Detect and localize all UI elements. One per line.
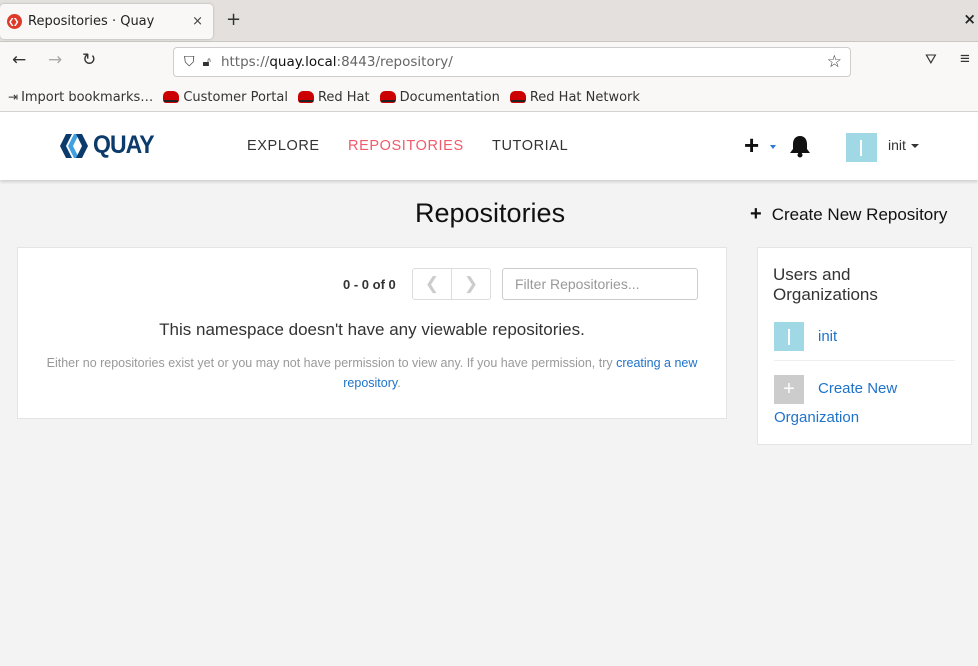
filter-repositories-input[interactable] <box>502 268 698 300</box>
bookmark-documentation[interactable]: Documentation <box>379 89 500 105</box>
bookmarks-bar: ⇥ Import bookmarks… Customer Portal Red … <box>0 83 978 112</box>
quay-logo-icon <box>60 133 88 158</box>
nav-explore[interactable]: EXPLORE <box>247 138 320 154</box>
quay-favicon-icon <box>7 14 22 29</box>
redhat-icon <box>509 91 526 103</box>
back-button[interactable]: ← <box>12 50 26 70</box>
create-menu-plus-icon[interactable]: + <box>744 131 759 159</box>
lock-warning-icon[interactable]: 🔓︎ <box>203 55 211 70</box>
empty-state-title: This namespace doesn't have any viewable… <box>159 320 585 339</box>
bookmark-import[interactable]: ⇥ Import bookmarks… <box>0 90 153 105</box>
notifications-bell-icon[interactable] <box>789 134 811 158</box>
url-bar[interactable]: ⛉ 🔓︎ https://quay.local:8443/repository/… <box>173 47 851 77</box>
user-avatar <box>774 322 804 351</box>
logo-text: QUAY <box>93 131 155 159</box>
plus-icon: + <box>750 203 762 225</box>
empty-state-description: Either no repositories exist yet or you … <box>36 353 708 393</box>
repositories-panel: 0 - 0 of 0 ❮ ❯ This namespace doesn't ha… <box>17 247 727 419</box>
divider <box>774 360 955 361</box>
nav-tutorial[interactable]: TUTORIAL <box>492 138 568 154</box>
window-close-button[interactable]: × <box>963 10 976 28</box>
bookmark-red-hat-network[interactable]: Red Hat Network <box>509 89 640 105</box>
bookmark-label: Import bookmarks… <box>21 89 154 105</box>
user-name: init <box>888 137 906 153</box>
create-repository-button[interactable]: + Create New Repository <box>750 203 947 226</box>
namespace-name: init <box>818 328 838 345</box>
bookmark-label: Red Hat Network <box>529 89 640 105</box>
bookmark-label: Red Hat <box>317 89 370 105</box>
user-menu[interactable]: init <box>888 137 919 153</box>
url-text[interactable]: https://quay.local:8443/repository/ <box>221 54 453 70</box>
users-orgs-panel: Users and Organizations init + Create New… <box>757 247 972 445</box>
quay-header: QUAY EXPLORE REPOSITORIES TUTORIAL + ini… <box>0 112 978 180</box>
shield-icon[interactable]: ⛉ <box>184 54 195 70</box>
empty-desc-end: . <box>397 376 401 390</box>
user-avatar[interactable] <box>846 133 877 162</box>
create-organization-link[interactable]: + Create New Organization <box>774 375 944 432</box>
reload-button[interactable]: ↻ <box>82 50 96 70</box>
redhat-icon <box>379 91 396 103</box>
namespace-item-init[interactable]: init <box>774 322 837 351</box>
pagination-controls: ❮ ❯ <box>412 268 491 300</box>
forward-button[interactable]: → <box>48 50 62 70</box>
bookmark-label: Customer Portal <box>183 89 288 105</box>
tab-title: Repositories · Quay <box>28 14 155 29</box>
pocket-icon[interactable]: ⛛ <box>925 51 937 68</box>
create-repository-label: Create New Repository <box>771 204 948 224</box>
users-orgs-title: Users and Organizations <box>773 265 878 304</box>
pagination-count: 0 - 0 of 0 <box>343 277 396 292</box>
browser-tab[interactable]: Repositories · Quay × <box>0 4 213 39</box>
plus-icon: + <box>774 375 804 404</box>
next-page-button[interactable]: ❯ <box>452 269 490 299</box>
browser-nav-bar: ← → ↻ ⛉ 🔓︎ https://quay.local:8443/repos… <box>0 42 978 83</box>
nav-repositories[interactable]: REPOSITORIES <box>348 138 464 154</box>
bookmark-label: Documentation <box>399 89 500 105</box>
caret-down-icon <box>910 144 919 149</box>
tab-close-icon[interactable]: × <box>192 14 203 29</box>
empty-desc-text: Either no repositories exist yet or you … <box>46 356 617 370</box>
bookmark-customer-portal[interactable]: Customer Portal <box>163 90 288 105</box>
bookmark-red-hat[interactable]: Red Hat <box>297 89 370 105</box>
bookmark-star-icon[interactable]: ☆ <box>827 52 842 72</box>
redhat-icon <box>297 91 314 103</box>
redhat-icon <box>163 91 180 103</box>
hamburger-menu-icon[interactable]: ≡ <box>960 49 970 69</box>
create-menu-caret-icon[interactable] <box>770 145 776 149</box>
quay-logo[interactable]: QUAY <box>60 131 159 160</box>
browser-tab-bar: Repositories · Quay × + × <box>0 0 978 42</box>
import-icon: ⇥ <box>8 90 19 104</box>
page-title: Repositories <box>415 198 566 228</box>
new-tab-button[interactable]: + <box>226 9 241 30</box>
previous-page-button[interactable]: ❮ <box>413 269 452 299</box>
